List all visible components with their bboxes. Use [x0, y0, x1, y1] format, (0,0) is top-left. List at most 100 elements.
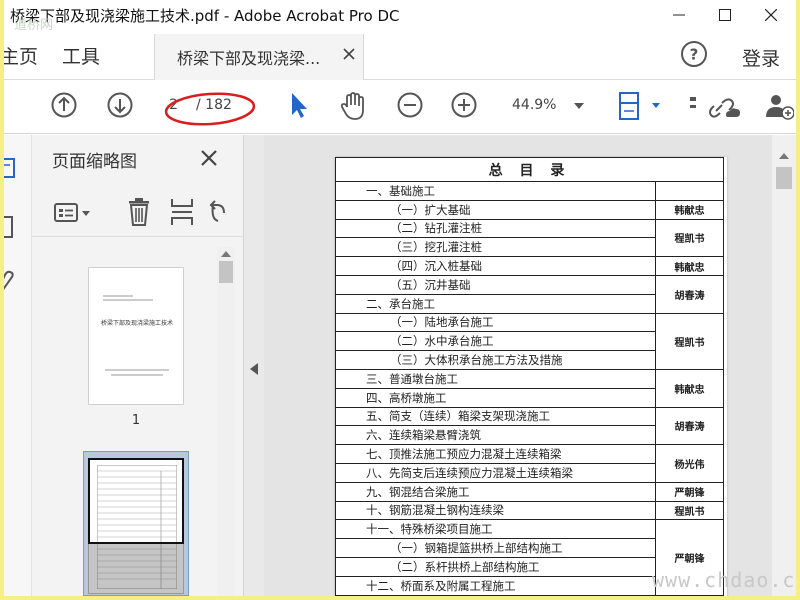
- page-1-header-lines: [103, 295, 153, 301]
- next-page-icon[interactable]: [106, 91, 134, 119]
- toc-row: 七、顶推法施工预应力混凝土连续箱梁 杨光伟: [335, 444, 724, 483]
- chevron-down-icon[interactable]: [574, 103, 584, 109]
- toc-row: 九、钢混结合梁施工 严朝锋: [335, 481, 724, 502]
- toc-heading-row: 总 目 录: [335, 157, 724, 182]
- tab-home[interactable]: 主页: [4, 42, 38, 69]
- rotate-page-icon[interactable]: [208, 199, 228, 227]
- toc-entry: （三）大体积承台施工方法及措施: [335, 350, 656, 370]
- toc-entry: 十一、特殊桥梁项目施工: [335, 519, 656, 540]
- thumbnails-panel-title: 页面缩略图: [52, 152, 137, 172]
- title-bar: 桥梁下部及现浇梁施工技术.pdf - Adobe Acrobat Pro DC …: [4, 0, 796, 33]
- toc-author: 胡春涛: [655, 274, 724, 314]
- toc-entry: 五、简支（连续）箱梁支架现浇施工: [335, 406, 656, 427]
- close-window-button[interactable]: [748, 0, 794, 30]
- toc-row: （一）扩大基础 韩献忠: [335, 199, 724, 220]
- toc-entry: （二）钻孔灌注桩: [335, 218, 656, 239]
- attachment-icon[interactable]: [4, 269, 18, 295]
- share-link-icon[interactable]: [708, 91, 742, 121]
- toc-author: 胡春涛: [655, 406, 724, 446]
- toc-entry: 二、承台施工: [335, 293, 656, 314]
- toc-entry: 七、顶推法施工预应力混凝土连续箱梁: [335, 444, 656, 464]
- pdf-page: 总 目 录 一、基础施工 （一）扩大基础 韩献忠 （二）钻孔灌注桩 程凯书 （三）挖孔灌注…: [335, 157, 727, 596]
- tab-tools[interactable]: 工具: [62, 42, 100, 69]
- panel-splitter[interactable]: [244, 135, 264, 596]
- help-icon[interactable]: ?: [680, 40, 708, 68]
- toc-row: （五）沉井基础 胡春涛: [335, 274, 724, 314]
- fit-page-icon[interactable]: [616, 91, 664, 123]
- thumbnails-scroll-thumb[interactable]: [219, 261, 233, 283]
- toc-entry: （三）挖孔灌注桩: [335, 237, 656, 258]
- offscreen-area-shade: [88, 544, 184, 594]
- insert-page-icon[interactable]: [170, 197, 194, 227]
- thumbnail-toolbar: [32, 187, 244, 237]
- toc-entry: （一）扩大基础: [335, 199, 656, 220]
- document-tab[interactable]: 桥梁下部及现浇梁...: [154, 34, 364, 80]
- toc-entry: 六、连续箱梁悬臂浇筑: [335, 425, 656, 446]
- maximize-icon: [719, 9, 731, 21]
- acrobat-window: 桥梁下部及现浇梁施工技术.pdf - Adobe Acrobat Pro DC …: [4, 0, 796, 596]
- toc-author: 严朝锋: [655, 481, 724, 502]
- zoom-in-icon[interactable]: [450, 91, 478, 119]
- toc-entry: 十、钢筋混凝土钢构连续梁: [335, 500, 656, 521]
- toc-row: （一）陆地承台施工 程凯书: [335, 312, 724, 370]
- delete-page-icon[interactable]: [126, 197, 152, 227]
- comment-icon[interactable]: [688, 91, 700, 119]
- toc-heading: 总 目 录: [335, 157, 724, 182]
- scroll-up-icon[interactable]: [779, 153, 789, 159]
- visible-area-frame[interactable]: [88, 458, 184, 544]
- toc-entry: （五）沉井基础: [335, 274, 656, 295]
- scroll-up-icon[interactable]: [221, 251, 231, 257]
- toc-entry: 一、基础施工: [335, 181, 656, 201]
- minimize-button[interactable]: [656, 0, 702, 30]
- zoom-out-icon[interactable]: [396, 91, 424, 119]
- document-view[interactable]: 总 目 录 一、基础施工 （一）扩大基础 韩献忠 （二）钻孔灌注桩 程凯书 （三）挖孔灌注…: [264, 135, 772, 596]
- main-toolbar: 2 / 182 44.9%: [4, 80, 796, 134]
- hand-tool-icon[interactable]: [338, 91, 368, 121]
- toc-author: 程凯书: [655, 218, 724, 258]
- table-of-contents: 总 目 录 一、基础施工 （一）扩大基础 韩献忠 （二）钻孔灌注桩 程凯书 （三）挖孔灌注…: [335, 157, 724, 596]
- thumbnail-page-2-selected[interactable]: [83, 451, 189, 596]
- close-panel-icon[interactable]: [200, 149, 218, 167]
- toc-row: 三、普通墩台施工 韩献忠: [335, 368, 724, 408]
- menu-tab-bar: 主页 工具 桥梁下部及现浇梁... ? 登录: [4, 30, 796, 80]
- document-scrollbar[interactable]: [772, 135, 796, 596]
- toc-row: （四）沉入桩基础 韩献忠: [335, 256, 724, 276]
- toc-entry: 十二、桥面系及附属工程施工: [335, 575, 656, 596]
- close-icon: [765, 9, 777, 21]
- toc-entry: （二）系杆拱桥上部结构施工: [335, 556, 656, 577]
- add-user-icon[interactable]: [764, 91, 794, 121]
- thumbnail-page-1-title: 桥梁下部及现浇梁施工技术: [100, 320, 173, 327]
- toc-author: 程凯书: [655, 500, 724, 521]
- document-scroll-thumb[interactable]: [776, 167, 792, 189]
- toc-row: 一、基础施工: [335, 181, 724, 201]
- thumbnail-page-1[interactable]: 桥梁下部及现浇梁施工技术: [88, 267, 184, 405]
- login-button[interactable]: 登录: [742, 44, 780, 71]
- bookmark-icon[interactable]: [4, 215, 18, 241]
- select-tool-icon[interactable]: [286, 91, 310, 119]
- toc-author: 韩献忠: [655, 368, 724, 408]
- collapse-panel-icon[interactable]: [250, 363, 258, 375]
- maximize-button[interactable]: [702, 0, 748, 30]
- red-annotation-oval: [164, 92, 256, 126]
- toc-author: 杨光伟: [655, 444, 724, 483]
- toc-row: （二）钻孔灌注桩 程凯书: [335, 218, 724, 258]
- toc-entry: （二）水中承台施工: [335, 331, 656, 352]
- toc-entry: 九、钢混结合梁施工: [335, 481, 656, 502]
- document-tab-label: 桥梁下部及现浇梁...: [177, 49, 321, 68]
- close-tab-icon[interactable]: [343, 48, 355, 60]
- side-icon-rail: [4, 135, 32, 596]
- toc-row: 五、简支（连续）箱梁支架现浇施工 胡春涛: [335, 406, 724, 446]
- toc-entry: （一）钢箱提篮拱桥上部结构施工: [335, 538, 656, 558]
- svg-text:?: ?: [690, 46, 699, 64]
- thumbnail-page-1-number: 1: [131, 413, 141, 428]
- previous-page-icon[interactable]: [50, 91, 78, 119]
- page-thumbnails-icon[interactable]: [4, 157, 18, 181]
- toc-entry: 四、高桥墩施工: [335, 387, 656, 408]
- thumbnails-scrollbar[interactable]: [217, 247, 235, 596]
- toc-author: 韩献忠: [655, 199, 724, 220]
- toc-row: 十、钢筋混凝土钢构连续梁 程凯书: [335, 500, 724, 521]
- page-1-footer-lines: [105, 369, 169, 376]
- thumbnail-options-icon[interactable]: [54, 201, 100, 225]
- toc-entry: 三、普通墩台施工: [335, 368, 656, 389]
- toc-entry: （一）陆地承台施工: [335, 312, 656, 333]
